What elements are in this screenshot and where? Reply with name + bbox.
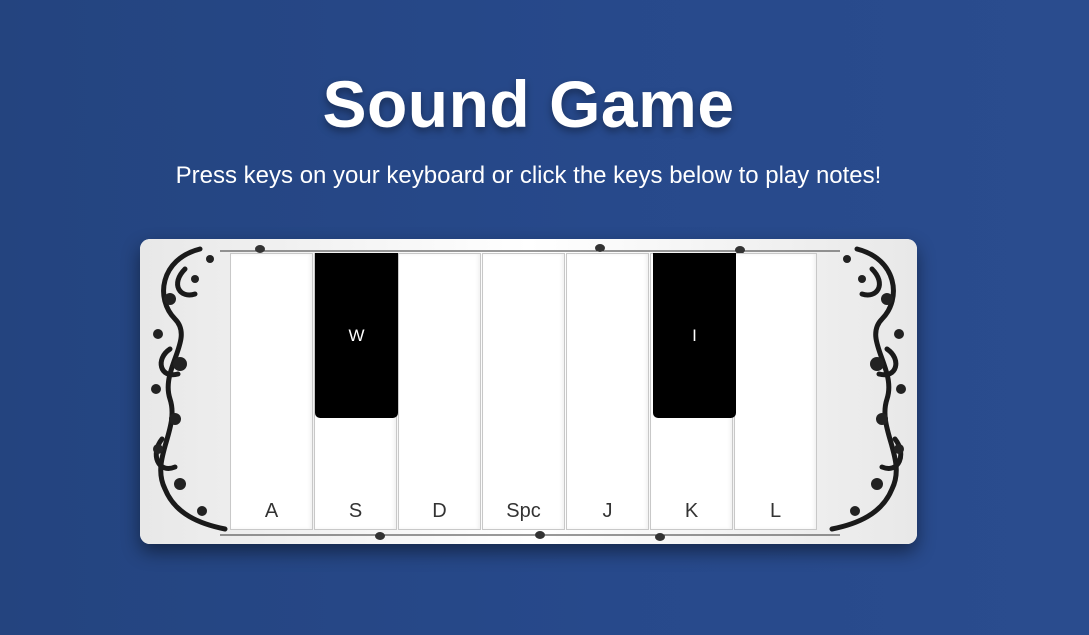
black-key-i[interactable]: I <box>653 253 736 418</box>
key-label: I <box>692 326 697 345</box>
key-label: L <box>769 500 782 522</box>
key-label: A <box>264 500 279 522</box>
black-key-w[interactable]: W <box>315 253 398 418</box>
white-key-l[interactable]: L <box>734 253 817 530</box>
white-key-space[interactable]: Spc <box>482 253 565 530</box>
key-label: J <box>602 500 613 522</box>
key-label: D <box>432 500 447 522</box>
white-key-j[interactable]: J <box>566 253 649 530</box>
piano-frame: A S D Spc J K L W I <box>140 239 917 544</box>
key-label: W <box>348 326 365 345</box>
key-label: Spc <box>506 500 541 522</box>
page-title: Sound Game <box>322 67 735 141</box>
key-label: S <box>348 500 363 522</box>
page-subtitle: Press keys on your keyboard or click the… <box>175 162 882 189</box>
white-key-d[interactable]: D <box>398 253 481 530</box>
key-label: K <box>684 500 699 522</box>
white-key-a[interactable]: A <box>230 253 313 530</box>
